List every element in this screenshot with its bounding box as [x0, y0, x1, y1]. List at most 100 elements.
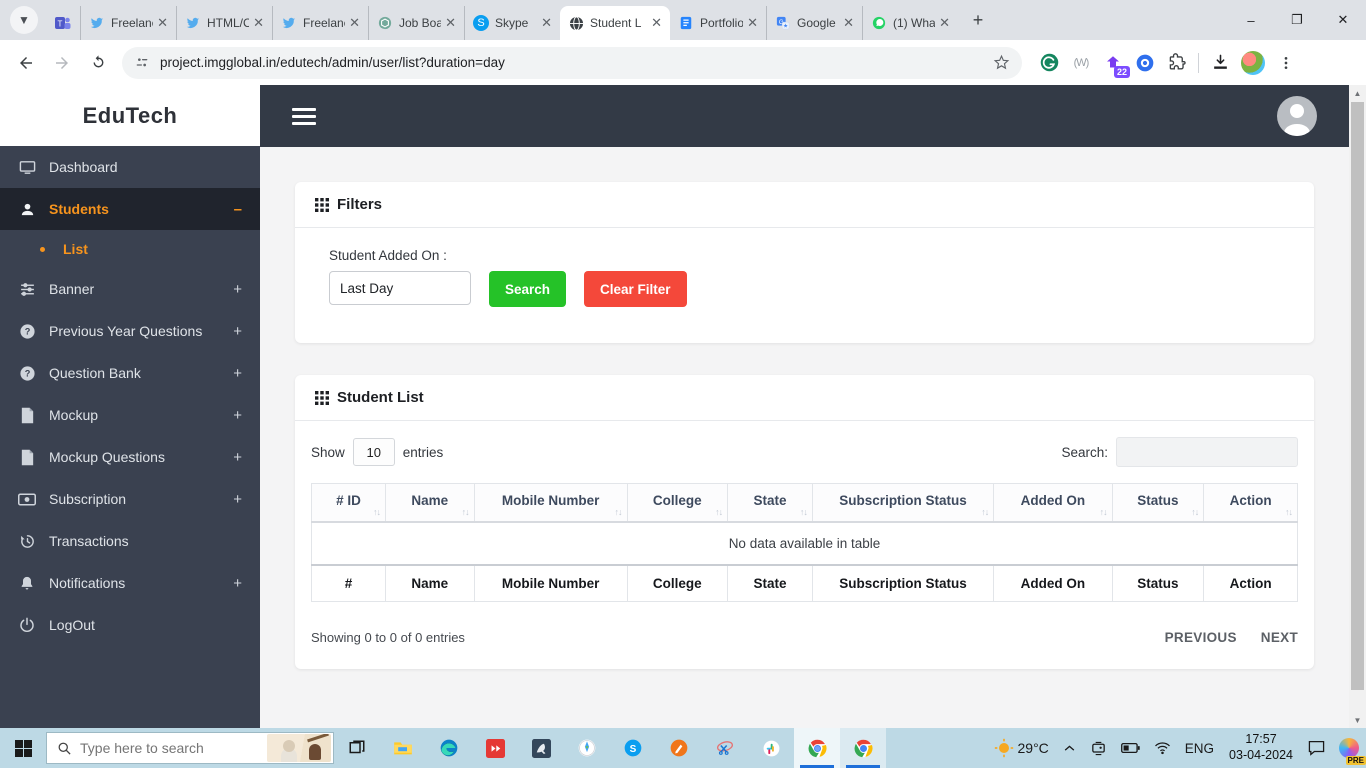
sidebar-item-dashboard[interactable]: Dashboard: [0, 146, 260, 188]
page-scrollbar[interactable]: ▲ ▼: [1349, 85, 1366, 728]
menu-kebab-icon[interactable]: [1275, 52, 1297, 74]
expand-plus-icon[interactable]: +: [233, 407, 242, 424]
sidebar-item-subscription[interactable]: Subscription +: [0, 478, 260, 520]
taskbar-search[interactable]: [46, 732, 334, 764]
column-header-added-on[interactable]: Added On ↑↓: [993, 483, 1113, 523]
clear-filter-button[interactable]: Clear Filter: [584, 271, 687, 307]
slack-icon[interactable]: [748, 728, 794, 768]
expand-plus-icon[interactable]: +: [233, 281, 242, 298]
search-button[interactable]: Search: [489, 271, 567, 307]
table-search-input[interactable]: [1116, 437, 1298, 467]
scroll-down-arrow[interactable]: ▼: [1349, 712, 1366, 728]
expand-plus-icon[interactable]: +: [233, 575, 242, 592]
user-avatar[interactable]: [1277, 96, 1317, 136]
snipping-tool-icon[interactable]: [702, 728, 748, 768]
extensions-puzzle-icon[interactable]: [1166, 52, 1188, 74]
expand-plus-icon[interactable]: +: [233, 449, 242, 466]
previous-page-button[interactable]: PREVIOUS: [1165, 630, 1237, 645]
tab-close-icon[interactable]: ✕: [349, 15, 360, 31]
postman-icon[interactable]: [656, 728, 702, 768]
tab-portfolio[interactable]: Portfolio ✕: [670, 6, 766, 40]
action-center-icon[interactable]: [1301, 728, 1332, 768]
blue-extension-icon[interactable]: [1134, 52, 1156, 74]
skype-taskbar-icon[interactable]: S: [610, 728, 656, 768]
chrome-taskbar-icon-active[interactable]: [794, 728, 840, 768]
address-bar[interactable]: project.imgglobal.in/edutech/admin/user/…: [122, 46, 1022, 79]
cast-icon[interactable]: [1083, 728, 1114, 768]
next-page-button[interactable]: NEXT: [1261, 630, 1298, 645]
column-header-state[interactable]: State ↑↓: [727, 483, 813, 523]
sidebar-subitem-list[interactable]: List: [0, 230, 260, 268]
tab-jobboard[interactable]: Job Boar ✕: [368, 6, 464, 40]
column-header-mobile[interactable]: Mobile Number ↑↓: [473, 483, 628, 523]
tray-chevron-up[interactable]: [1056, 728, 1083, 768]
tab-htmlcs[interactable]: HTML/CS ✕: [176, 6, 272, 40]
sidebar-item-notifications[interactable]: Notifications +: [0, 562, 260, 604]
copilot-button[interactable]: PRE: [1332, 728, 1366, 768]
search-doodle-image[interactable]: [267, 734, 331, 762]
sort-icons[interactable]: ↑↓: [800, 507, 808, 517]
sidebar-item-banner[interactable]: Banner +: [0, 268, 260, 310]
sidebar-item-students[interactable]: Students –: [0, 188, 260, 230]
tab-close-icon[interactable]: ✕: [541, 15, 552, 31]
file-explorer-icon[interactable]: [380, 728, 426, 768]
collapse-minus-icon[interactable]: –: [234, 201, 242, 218]
tab-pinned-teams[interactable]: T: [46, 6, 80, 40]
duration-select[interactable]: [329, 271, 471, 305]
scrollbar-thumb[interactable]: [1351, 102, 1364, 690]
tab-close-icon[interactable]: ✕: [747, 15, 758, 31]
column-header-action[interactable]: Action ↑↓: [1203, 483, 1298, 523]
tab-close-icon[interactable]: ✕: [157, 15, 168, 31]
hamburger-menu-icon[interactable]: [292, 107, 316, 125]
edge-icon[interactable]: [426, 728, 472, 768]
column-header-status[interactable]: Status ↑↓: [1111, 483, 1205, 523]
sidebar-item-question-bank[interactable]: ? Question Bank +: [0, 352, 260, 394]
sort-icons[interactable]: ↑↓: [1285, 507, 1293, 517]
sort-icons[interactable]: ↑↓: [1191, 507, 1199, 517]
tab-close-icon[interactable]: ✕: [445, 15, 456, 31]
sort-icons[interactable]: ↑↓: [462, 507, 470, 517]
tab-close-icon[interactable]: ✕: [651, 15, 662, 31]
expand-plus-icon[interactable]: +: [233, 365, 242, 382]
clock[interactable]: 17:57 03-04-2024: [1221, 732, 1301, 763]
sidebar-item-mockup-questions[interactable]: Mockup Questions +: [0, 436, 260, 478]
tab-whatsapp[interactable]: (1) What ✕: [862, 6, 958, 40]
site-info-icon[interactable]: [134, 55, 150, 71]
tab-close-icon[interactable]: ✕: [939, 15, 950, 31]
profile-avatar[interactable]: [1241, 50, 1265, 75]
tab-freelance-1[interactable]: Freelance ✕: [80, 6, 176, 40]
tab-student-active[interactable]: Student L ✕: [560, 6, 670, 40]
sidebar-item-transactions[interactable]: Transactions: [0, 520, 260, 562]
minimize-button[interactable]: –: [1228, 0, 1274, 40]
sort-icons[interactable]: ↑↓: [615, 507, 623, 517]
expand-plus-icon[interactable]: +: [233, 323, 242, 340]
column-header-subscription[interactable]: Subscription Status ↑↓: [811, 483, 995, 523]
language-indicator[interactable]: ENG: [1178, 728, 1221, 768]
compass-app-icon[interactable]: [564, 728, 610, 768]
column-header-name[interactable]: Name ↑↓: [384, 483, 475, 523]
purple-extension-icon[interactable]: 22: [1102, 52, 1130, 78]
battery-icon[interactable]: [1114, 728, 1147, 768]
sidebar-item-previous-year-questions[interactable]: ? Previous Year Questions +: [0, 310, 260, 352]
bookmark-star-icon[interactable]: [993, 54, 1010, 71]
tab-close-icon[interactable]: ✕: [843, 15, 854, 31]
weather-widget[interactable]: 29°C: [987, 728, 1056, 768]
tab-google-translate[interactable]: G★ Google T ✕: [766, 6, 862, 40]
restore-button[interactable]: ❐: [1274, 0, 1320, 40]
tab-skype[interactable]: S Skype ✕: [464, 6, 560, 40]
chrome-taskbar-icon-2[interactable]: [840, 728, 886, 768]
scroll-up-arrow[interactable]: ▲: [1349, 85, 1366, 101]
task-view-button[interactable]: [334, 728, 380, 768]
downloads-icon[interactable]: [1209, 52, 1231, 74]
wifi-icon[interactable]: [1147, 728, 1178, 768]
tab-freelance-2[interactable]: Freelance ✕: [272, 6, 368, 40]
expand-plus-icon[interactable]: +: [233, 491, 242, 508]
sidebar-item-mockup[interactable]: Mockup +: [0, 394, 260, 436]
sort-icons[interactable]: ↑↓: [373, 507, 381, 517]
back-icon[interactable]: [11, 48, 41, 78]
wayback-extension-icon[interactable]: (W): [1070, 52, 1092, 74]
red-app-icon[interactable]: [472, 728, 518, 768]
grammarly-icon[interactable]: [1038, 52, 1060, 74]
forward-icon[interactable]: [47, 48, 77, 78]
entries-select[interactable]: 10: [352, 438, 395, 466]
